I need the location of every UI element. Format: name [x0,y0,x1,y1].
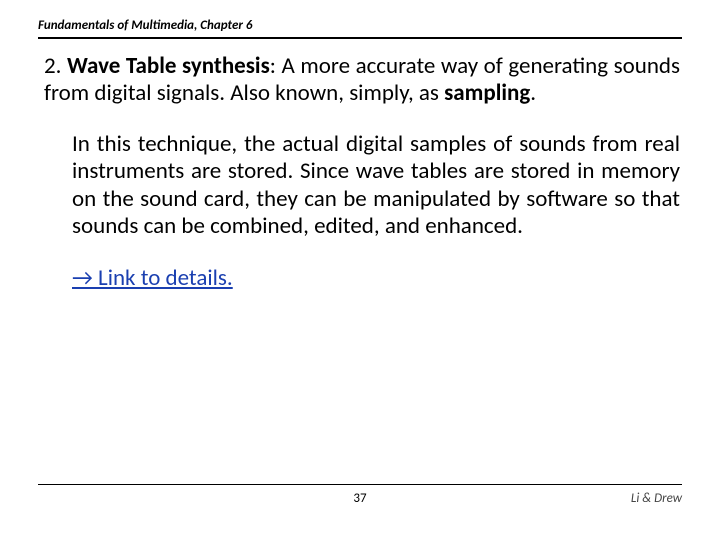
slide: Fundamentals of Multimedia, Chapter 6 2.… [0,0,720,540]
page-number: 37 [38,491,682,506]
item-title-bold: Wave Table synthesis [67,52,270,80]
list-item: 2. Wave Table synthesis: A more accurate… [44,53,680,107]
details-link[interactable]: → Link to details. [44,264,680,292]
footer-authors: Li & Drew [631,491,682,506]
chapter-header: Fundamentals of Multimedia, Chapter 6 [38,18,682,39]
paragraph: In this technique, the actual digital sa… [44,131,680,240]
content-area: 2. Wave Table synthesis: A more accurate… [38,53,682,292]
item-number: 2. [44,52,67,80]
item-title-bold-2: sampling [444,79,530,107]
footer: 37 Li & Drew [38,484,682,506]
item-title-tail: . [530,79,536,107]
